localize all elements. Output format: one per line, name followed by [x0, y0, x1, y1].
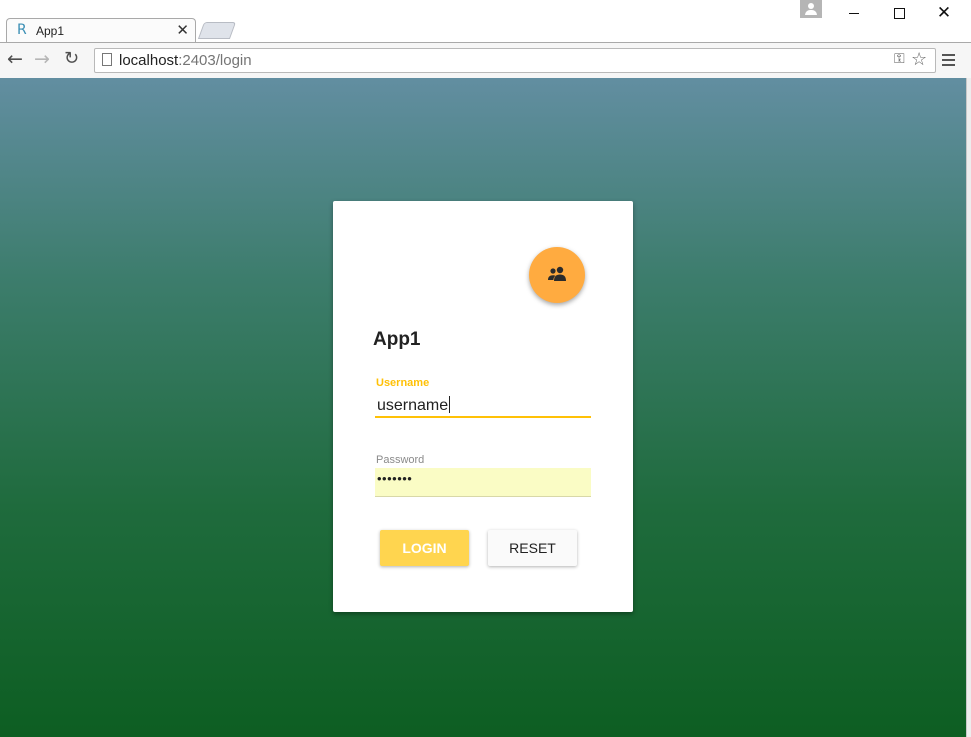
- close-window-button[interactable]: ✕: [921, 0, 967, 28]
- reload-icon[interactable]: ↻: [64, 49, 79, 69]
- menu-icon[interactable]: [942, 54, 955, 69]
- maximize-button[interactable]: [876, 0, 922, 28]
- url-path: :2403/login: [178, 52, 252, 69]
- password-input[interactable]: •••••••: [375, 468, 591, 497]
- minimize-button[interactable]: [830, 0, 876, 28]
- window-edge: [966, 78, 971, 737]
- profile-icon[interactable]: [800, 0, 822, 18]
- browser-tab[interactable]: R App1 ✕: [6, 18, 196, 43]
- username-label: Username: [376, 377, 430, 389]
- username-value: username: [377, 397, 449, 414]
- browser-toolbar: ← → ↻ localhost:2403/login ⚿ ☆: [0, 42, 971, 78]
- username-input[interactable]: username: [375, 394, 591, 418]
- login-button[interactable]: LOGIN: [380, 530, 469, 566]
- reset-button[interactable]: RESET: [488, 530, 577, 566]
- browser-titlebar: R App1 ✕ ✕: [0, 0, 971, 43]
- app-title: App1: [373, 329, 421, 350]
- star-icon[interactable]: ☆: [911, 49, 927, 70]
- url-host: localhost: [119, 52, 179, 69]
- forward-arrow-icon[interactable]: →: [34, 49, 50, 69]
- password-value: •••••••: [377, 471, 413, 486]
- back-arrow-icon[interactable]: ←: [7, 49, 23, 69]
- tab-close-icon[interactable]: ✕: [176, 21, 189, 39]
- tab-favicon-icon: R: [17, 22, 27, 38]
- page-background: App1 Username username Password ••••••• …: [0, 78, 968, 737]
- login-card: App1 Username username Password ••••••• …: [333, 201, 633, 612]
- page-icon: [102, 53, 112, 66]
- text-caret: [449, 396, 451, 413]
- password-label: Password: [376, 454, 425, 466]
- avatar: [529, 247, 585, 303]
- tab-title: App1: [36, 24, 65, 38]
- key-icon[interactable]: ⚿: [894, 51, 905, 67]
- users-icon: [548, 266, 566, 281]
- new-tab-button[interactable]: [197, 22, 237, 39]
- address-bar[interactable]: localhost:2403/login ⚿ ☆: [94, 48, 936, 73]
- address-url[interactable]: localhost:2403/login: [119, 52, 252, 69]
